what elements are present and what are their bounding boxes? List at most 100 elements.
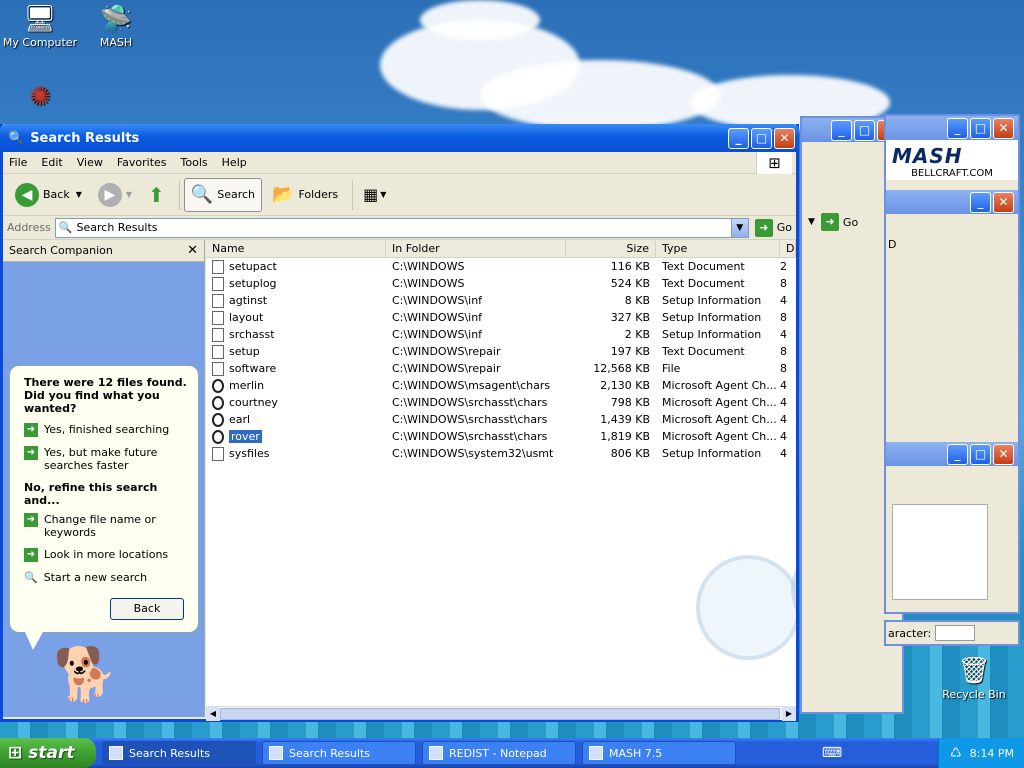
desktop-icon-mash[interactable]: 🛸 MASH [76,4,156,49]
companion-back-button[interactable]: Back [110,598,184,620]
close-button[interactable]: ✕ [993,191,1014,213]
minimize-button[interactable]: _ [947,443,968,465]
option-change-name[interactable]: ➜ Change file name or keywords [24,513,188,539]
go-button[interactable]: ➜ Go [820,213,858,231]
maximize-button[interactable]: □ [970,117,991,139]
cell-size: 1,819 KB [600,430,650,443]
green-arrow-icon: ➜ [24,548,38,562]
table-row[interactable]: layout C:\WINDOWS\inf 327 KB Setup Informat… [206,309,796,326]
menu-tools[interactable]: Tools [181,156,208,169]
table-row[interactable]: agtinst C:\WINDOWS\inf 8 KB Setup Informati… [206,292,796,309]
maximize-button[interactable]: □ [751,127,772,149]
address-input[interactable]: 🔍 Search Results ▼ [54,217,749,238]
taskbar-item-notepad[interactable]: REDIST - Notepad [422,741,576,765]
address-dropdown-button[interactable]: ▼ [730,218,748,237]
cell-folder: C:\WINDOWS\srchasst\chars [392,413,548,426]
keyboard-icon[interactable]: ⌨ [822,745,842,761]
desktop-icon-shortcut[interactable]: ✺ [0,82,80,114]
cell-type: Setup Information [662,328,762,341]
menu-edit[interactable]: Edit [41,156,62,169]
option-faster-searches[interactable]: ➜ Yes, but make future searches faster [24,446,188,472]
forward-button[interactable]: ▶ ▼ [92,178,138,212]
rover-dog-character[interactable]: 🐕 [53,645,118,705]
cell-folder: C:\WINDOWS\srchasst\chars [392,430,548,443]
close-button[interactable]: ✕ [993,117,1014,139]
taskbar-item-mash[interactable]: MASH 7.5 [582,741,736,765]
minimize-button[interactable]: _ [947,117,968,139]
green-arrow-icon: ➜ [24,446,38,460]
table-row[interactable]: sysfiles C:\WINDOWS\system32\usmt 806 KB Se… [206,445,796,462]
option-new-search[interactable]: 🔍 Start a new search [24,571,188,584]
character-input[interactable] [935,625,976,641]
table-row[interactable]: srchasst C:\WINDOWS\inf 2 KB Setup Informat… [206,326,796,343]
cell-folder: C:\WINDOWS [392,260,465,273]
column-header-date[interactable]: D [780,240,796,257]
menu-bar: File Edit View Favorites Tools Help ⊞ [3,152,796,174]
back-button[interactable]: ◀ Back ▼ [9,178,88,212]
cell-date: 4 [780,447,787,460]
search-window-icon [269,746,283,760]
cloud [480,60,720,130]
column-header-size[interactable]: Size [566,240,656,257]
cell-folder: C:\WINDOWS\inf [392,311,483,324]
desktop-icon-recycle-bin[interactable]: 🗑 Recycle Bin [934,656,1014,701]
maximize-button[interactable]: □ [970,443,991,465]
window-titlebar[interactable]: 🔍 Search Results _ □ ✕ [0,124,799,152]
option-more-locations[interactable]: ➜ Look in more locations [24,548,188,562]
table-row[interactable]: software C:\WINDOWS\repair 12,568 KB File 8 [206,360,796,377]
table-row[interactable]: rover C:\WINDOWS\srchasst\chars 1,819 KB Mi… [206,428,796,445]
close-icon[interactable]: ✕ [187,243,198,258]
column-header-name[interactable]: Name [206,240,386,257]
table-row[interactable]: setuplog C:\WINDOWS 524 KB Text Document 8 [206,275,796,292]
menu-view[interactable]: View [77,156,103,169]
menu-favorites[interactable]: Favorites [117,156,167,169]
table-row[interactable]: earl C:\WINDOWS\srchasst\chars 1,439 KB Mic… [206,411,796,428]
text-area[interactable] [892,504,988,600]
cell-size: 327 KB [610,311,650,324]
chevron-down-icon[interactable]: ▼ [126,190,132,199]
horizontal-scrollbar[interactable]: ◀ ▶ [206,706,796,721]
table-row[interactable]: merlin C:\WINDOWS\msagent\chars 2,130 KB Mi… [206,377,796,394]
close-button[interactable]: ✕ [774,127,795,149]
cell-folder: C:\WINDOWS\inf [392,328,483,341]
go-button[interactable]: ➜ Go [754,218,792,237]
scroll-right-icon[interactable]: ▶ [782,707,796,721]
taskbar-item-search-results-2[interactable]: Search Results [262,741,416,765]
views-button[interactable]: ▦ ▼ [357,178,392,212]
chevron-down-icon[interactable]: ▼ [76,190,82,199]
cell-name: earl [206,412,386,427]
start-button[interactable]: ⊞ start [0,738,96,768]
scroll-left-icon[interactable]: ◀ [206,707,220,721]
column-header-type[interactable]: Type [656,240,780,257]
clock[interactable]: 8:14 PM [970,747,1014,760]
dropdown-icon[interactable]: ▼ [808,217,815,227]
search-button[interactable]: 🔍 Search [183,177,263,212]
folders-button[interactable]: 📂 Folders [266,178,344,212]
minimize-button[interactable]: _ [831,119,852,141]
option-finished-searching[interactable]: ➜ Yes, finished searching [24,423,188,437]
character-label: aracter: [888,626,932,640]
up-folder-button[interactable]: ⬆ [142,178,171,212]
background-window-mash[interactable]: _ □ ✕ MASH BELLCRAFT.COM _ ✕ D _ □ ✕ [884,114,1020,614]
mash-icon: 🛸 [99,4,133,34]
chevron-down-icon[interactable]: ▼ [380,190,386,199]
taskbar-item-search-results[interactable]: Search Results [102,741,256,765]
found-message: There were 12 files found. Did you find … [24,376,187,415]
tray-icon[interactable]: ♺ [950,746,962,761]
menu-help[interactable]: Help [222,156,247,169]
column-header-folder[interactable]: In Folder [386,240,566,257]
cell-name: srchasst [206,327,386,342]
table-row[interactable]: courtney C:\WINDOWS\srchasst\chars 798 KB M… [206,394,796,411]
minimize-button[interactable]: _ [728,127,749,149]
maximize-button[interactable]: □ [854,119,875,141]
table-row[interactable]: setup C:\WINDOWS\repair 197 KB Text Documen… [206,343,796,360]
scrollbar-thumb[interactable] [220,708,780,720]
close-button[interactable]: ✕ [993,443,1014,465]
menu-file[interactable]: File [9,156,27,169]
text-file-icon [212,259,224,274]
cell-size: 116 KB [610,260,650,273]
table-row[interactable]: setupact C:\WINDOWS 116 KB Text Document 2 [206,258,796,275]
minimize-button[interactable]: _ [970,191,991,213]
toolbar-separator [178,179,180,210]
desktop-icon-my-computer[interactable]: 🖥 My Computer [0,4,80,49]
